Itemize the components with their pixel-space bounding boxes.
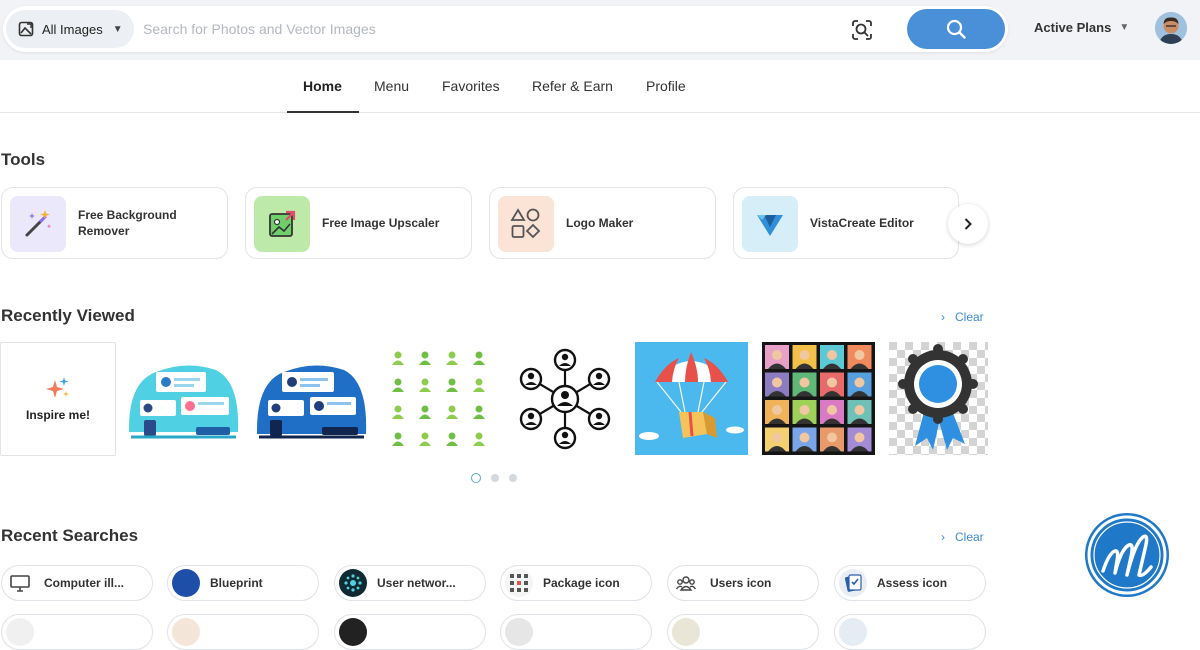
sparkle-icon [46, 377, 69, 398]
tab-profile[interactable]: Profile [646, 78, 686, 94]
recent-searches-heading: Recent Searches [1, 526, 139, 545]
avatars-grid [762, 342, 875, 455]
package-icon [505, 569, 533, 597]
brand-logo-icon [1087, 515, 1167, 595]
tool-card-background-remover[interactable]: Free Background Remover [1, 187, 228, 259]
recent-search-row2-item[interactable] [667, 614, 819, 650]
active-plans-label: Active Plans [1034, 20, 1112, 35]
image-type-dropdown[interactable]: All Images ▼ [6, 10, 134, 48]
recent-search-label: Computer ill... [44, 576, 125, 590]
tool-card-vistacreate-editor[interactable]: VistaCreate Editor [733, 187, 959, 259]
active-plans-dropdown[interactable]: Active Plans ▼ [1034, 20, 1129, 35]
tools-next-button[interactable] [948, 204, 988, 244]
search-button[interactable] [907, 9, 1005, 49]
tab-menu[interactable]: Menu [374, 78, 409, 94]
inspire-me-label: Inspire me! [25, 408, 91, 422]
team-meeting-illustration-dark [256, 365, 367, 439]
main-nav: Home Menu Favorites Refer & Earn Profile [0, 60, 1200, 113]
recently-viewed-heading: Recently Viewed [1, 306, 135, 325]
chevron-down-icon: ▼ [1119, 22, 1130, 33]
recent-item-avatars[interactable] [762, 342, 875, 455]
recent-search-label: User networ... [377, 576, 456, 590]
avatar[interactable] [1155, 12, 1187, 44]
top-bar: All Images ▼ Active Plans ▼ [0, 0, 1200, 60]
clear-label: Clear [955, 310, 984, 324]
tool-label: Logo Maker [566, 216, 634, 230]
recent-search-row2-item[interactable] [834, 614, 986, 650]
user-network-icon [339, 569, 367, 597]
active-tab-indicator [287, 111, 359, 113]
search-thumb-icon [505, 618, 533, 646]
user-icons-grid [392, 351, 485, 446]
recent-search-user-network[interactable]: User networ... [334, 565, 486, 601]
recent-item-team-meeting[interactable] [126, 342, 239, 455]
chevron-right-icon [964, 218, 972, 230]
recent-searches-clear-link[interactable]: › Clear [941, 530, 984, 544]
recently-viewed-clear-link[interactable]: › Clear [941, 310, 984, 324]
recent-search-package-icon[interactable]: Package icon [500, 565, 652, 601]
search-thumb-icon [6, 618, 34, 646]
image-type-icon [18, 21, 34, 37]
tab-home[interactable]: Home [303, 78, 342, 94]
carousel-dot-2[interactable] [491, 474, 499, 482]
tool-card-logo-maker[interactable]: Logo Maker [489, 187, 716, 259]
recent-search-row2-item[interactable] [167, 614, 319, 650]
recent-item-award-ribbon[interactable] [889, 342, 1002, 455]
tool-label: Free Background Remover [78, 208, 177, 238]
image-upscale-icon [254, 196, 310, 252]
carousel-dot-3[interactable] [509, 474, 517, 482]
recent-item-parachute-package[interactable] [635, 342, 748, 455]
recent-item-user-network[interactable] [508, 342, 621, 455]
recent-search-row2-item[interactable] [1, 614, 153, 650]
tools-heading: Tools [1, 150, 46, 169]
image-type-label: All Images [42, 21, 103, 37]
search-bar: All Images ▼ [3, 6, 1008, 52]
brand-logo-badge [1085, 513, 1169, 597]
recent-item-team-meeting-dark[interactable] [254, 342, 367, 455]
chevron-down-icon: ▼ [112, 23, 123, 35]
recent-search-computer-illustration[interactable]: Computer ill... [1, 565, 153, 601]
tab-refer-and-earn[interactable]: Refer & Earn [532, 78, 613, 94]
tool-label: Free Image Upscaler [322, 216, 440, 230]
recent-search-label: Package icon [543, 576, 620, 590]
visual-search-icon[interactable] [850, 18, 874, 42]
inspire-me-card[interactable]: Inspire me! [0, 342, 116, 456]
recent-search-row2-item[interactable] [334, 614, 486, 650]
clear-label: Clear [955, 530, 984, 544]
search-thumb-icon [672, 618, 700, 646]
chevron-right-icon: › [941, 310, 945, 324]
recent-search-assess-icon[interactable]: Assess icon [834, 565, 986, 601]
recent-search-blueprint[interactable]: Blueprint [167, 565, 319, 601]
search-icon [946, 19, 966, 39]
team-meeting-illustration [128, 365, 239, 439]
users-icon [672, 569, 700, 597]
shapes-icon [498, 196, 554, 252]
assess-icon [839, 569, 867, 597]
recent-search-label: Users icon [710, 576, 772, 590]
magic-wand-icon [10, 196, 66, 252]
recent-search-users-icon[interactable]: Users icon [667, 565, 819, 601]
user-network-icon [519, 348, 611, 450]
search-input[interactable] [143, 14, 833, 44]
recent-search-label: Blueprint [210, 576, 263, 590]
recent-search-row2-item[interactable] [500, 614, 652, 650]
search-thumb-icon [339, 618, 367, 646]
vistacreate-logo-icon [742, 196, 798, 252]
award-ribbon-icon [889, 342, 988, 455]
tool-card-image-upscaler[interactable]: Free Image Upscaler [245, 187, 472, 259]
computer-icon [6, 569, 34, 597]
search-thumb-icon [839, 618, 867, 646]
carousel-dot-1[interactable] [471, 473, 481, 483]
parachute-package-icon [635, 342, 748, 455]
tab-favorites[interactable]: Favorites [442, 78, 500, 94]
blueprint-icon [172, 569, 200, 597]
chevron-right-icon: › [941, 530, 945, 544]
search-thumb-icon [172, 618, 200, 646]
tool-label: VistaCreate Editor [810, 216, 914, 230]
recent-item-user-icons[interactable] [382, 342, 495, 455]
recent-search-label: Assess icon [877, 576, 948, 590]
